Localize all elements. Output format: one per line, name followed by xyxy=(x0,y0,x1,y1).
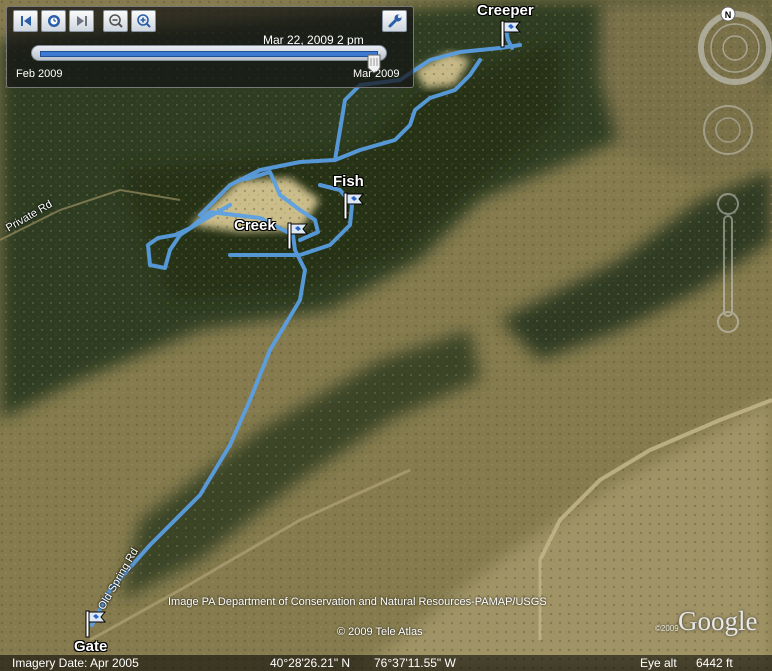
imagery-credit: Image PA Department of Conservation and … xyxy=(168,596,547,608)
placemark-label-gate[interactable]: Gate xyxy=(74,638,107,655)
copyright-text: © 2009 Tele Atlas xyxy=(337,626,423,638)
skip-forward-button[interactable] xyxy=(69,10,94,32)
move-joystick-icon[interactable] xyxy=(703,105,753,155)
clock-icon xyxy=(47,15,60,27)
imagery-date: Imagery Date: Apr 2005 xyxy=(12,656,139,670)
zoom-out-button[interactable] xyxy=(103,10,128,32)
placemark-label-creek[interactable]: Creek xyxy=(234,217,276,234)
skip-back-button[interactable] xyxy=(13,10,38,32)
time-slider-panel: Mar 22, 2009 2 pm Feb 2009 Mar 2009 xyxy=(6,6,414,88)
google-logo: Google xyxy=(678,606,758,636)
placemark-label-fish[interactable]: Fish xyxy=(333,173,364,190)
time-slider-range xyxy=(40,51,378,57)
flag-icon[interactable] xyxy=(85,610,107,638)
navigation-controls[interactable]: N xyxy=(698,4,772,334)
eye-alt-value: 6442 ft xyxy=(696,656,733,670)
eye-alt-label: Eye alt xyxy=(640,656,677,670)
clock-button[interactable] xyxy=(41,10,66,32)
options-button[interactable] xyxy=(382,10,407,32)
zoom-out-icon xyxy=(108,14,123,28)
zoom-slider-icon[interactable] xyxy=(717,193,739,333)
time-start-label: Feb 2009 xyxy=(16,68,63,80)
time-end-label: Mar 2009 xyxy=(353,68,400,80)
latitude-readout: 40°28'26.21" N xyxy=(270,656,351,670)
longitude-readout: 76°37'11.55" W xyxy=(374,656,456,670)
logo-copyright: ©2009 xyxy=(655,624,679,633)
skip-back-icon xyxy=(20,16,31,26)
zoom-in-button[interactable] xyxy=(131,10,156,32)
flag-icon[interactable] xyxy=(287,222,309,250)
skip-forward-icon xyxy=(76,16,87,26)
placemark-label-creeper[interactable]: Creeper xyxy=(477,2,534,19)
flag-icon[interactable] xyxy=(500,20,522,48)
zoom-in-icon xyxy=(136,14,151,28)
wrench-icon xyxy=(388,14,401,28)
north-label: N xyxy=(725,10,732,20)
status-bar: Imagery Date: Apr 2005 40°28'26.21" N 76… xyxy=(0,655,772,671)
time-slider-track[interactable] xyxy=(31,45,387,61)
map-view[interactable]: Private Rd Old Spring Rd Creeper Fish Cr… xyxy=(0,0,772,671)
flag-icon[interactable] xyxy=(343,192,365,220)
look-joystick-icon[interactable] xyxy=(698,11,772,85)
